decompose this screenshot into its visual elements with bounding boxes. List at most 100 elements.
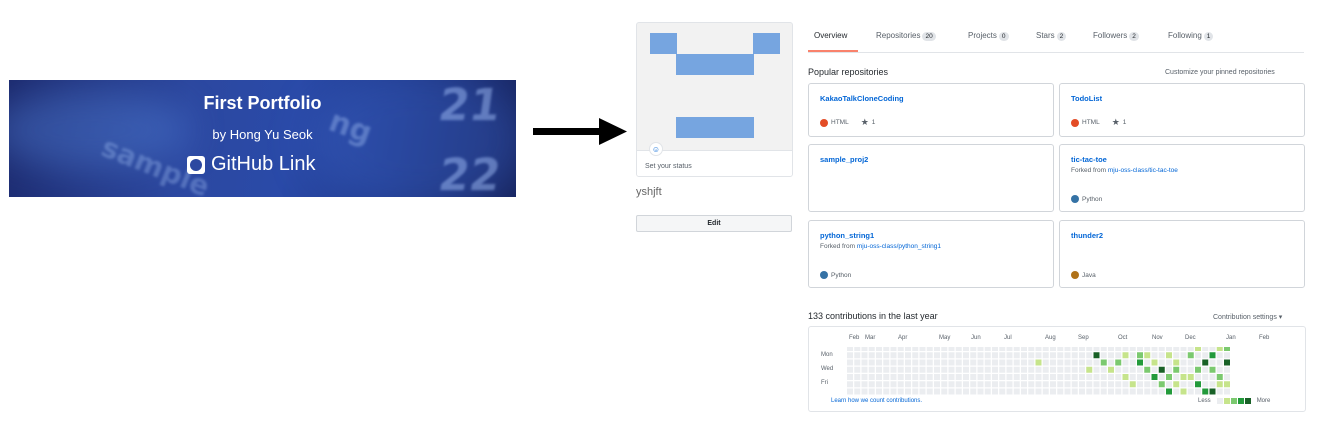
contribution-day-cell[interactable]	[984, 374, 991, 380]
contribution-day-cell[interactable]	[919, 359, 926, 366]
contribution-day-cell[interactable]	[999, 374, 1006, 380]
contribution-day-cell[interactable]	[1071, 388, 1078, 395]
contribution-day-cell[interactable]	[955, 381, 962, 388]
contribution-day-cell[interactable]	[926, 352, 933, 359]
contribution-day-cell[interactable]	[1042, 381, 1049, 388]
contribution-day-cell[interactable]	[1224, 388, 1230, 395]
contribution-day-cell[interactable]	[1093, 366, 1100, 373]
contribution-day-cell[interactable]	[926, 347, 933, 351]
contribution-day-cell[interactable]	[1151, 347, 1158, 351]
contribution-day-cell[interactable]	[970, 347, 977, 351]
smiley-icon[interactable]: ☺	[649, 142, 663, 156]
contribution-day-cell[interactable]	[1064, 352, 1071, 359]
contribution-day-cell[interactable]	[1151, 374, 1158, 380]
contribution-day-cell[interactable]	[883, 352, 890, 359]
contribution-day-cell[interactable]	[883, 347, 890, 351]
contribution-day-cell[interactable]	[883, 388, 890, 395]
contribution-day-cell[interactable]	[948, 352, 955, 359]
contribution-day-cell[interactable]	[1173, 381, 1180, 388]
contribution-day-cell[interactable]	[1050, 352, 1056, 359]
fork-source-link[interactable]: mju-oss-class/python_string1	[857, 243, 941, 250]
contribution-day-cell[interactable]	[1108, 381, 1114, 388]
contribution-day-cell[interactable]	[1021, 388, 1027, 395]
contribution-day-cell[interactable]	[1166, 359, 1172, 366]
contribution-day-cell[interactable]	[1216, 347, 1223, 351]
contribution-day-cell[interactable]	[1115, 366, 1122, 373]
contribution-day-cell[interactable]	[1122, 359, 1129, 366]
contribution-day-cell[interactable]	[1173, 388, 1180, 395]
contribution-day-cell[interactable]	[1021, 366, 1027, 373]
repo-card[interactable]: KakaoTalkCloneCoding HTML ★ 1	[808, 83, 1054, 137]
contribution-day-cell[interactable]	[1115, 388, 1122, 395]
contribution-day-cell[interactable]	[1064, 388, 1071, 395]
contribution-day-cell[interactable]	[1071, 374, 1078, 380]
contribution-day-cell[interactable]	[1021, 347, 1027, 351]
contribution-day-cell[interactable]	[1050, 366, 1056, 373]
contribution-day-cell[interactable]	[1195, 374, 1201, 380]
contribution-day-cell[interactable]	[1086, 388, 1093, 395]
contribution-day-cell[interactable]	[890, 366, 897, 373]
tab-following[interactable]: Following 1	[1168, 31, 1214, 41]
contribution-day-cell[interactable]	[1144, 347, 1151, 351]
contribution-day-cell[interactable]	[1144, 388, 1151, 395]
contribution-day-cell[interactable]	[1100, 374, 1107, 380]
contribution-day-cell[interactable]	[1079, 388, 1085, 395]
contribution-day-cell[interactable]	[999, 381, 1006, 388]
contribution-day-cell[interactable]	[890, 388, 897, 395]
contribution-day-cell[interactable]	[948, 359, 955, 366]
contribution-day-cell[interactable]	[1224, 359, 1230, 366]
contribution-day-cell[interactable]	[1006, 359, 1013, 366]
contribution-day-cell[interactable]	[963, 381, 969, 388]
contribution-day-cell[interactable]	[868, 374, 875, 380]
contribution-day-cell[interactable]	[905, 352, 911, 359]
contribution-day-cell[interactable]	[1006, 352, 1013, 359]
contribution-day-cell[interactable]	[1129, 352, 1136, 359]
contribution-day-cell[interactable]	[1202, 347, 1209, 351]
contribution-day-cell[interactable]	[1079, 352, 1085, 359]
contribution-day-cell[interactable]	[963, 374, 969, 380]
repo-stars[interactable]: 1	[872, 119, 876, 126]
contribution-day-cell[interactable]	[1224, 374, 1230, 380]
contribution-day-cell[interactable]	[926, 374, 933, 380]
contribution-day-cell[interactable]	[955, 388, 962, 395]
contribution-day-cell[interactable]	[847, 352, 853, 359]
contribution-day-cell[interactable]	[1064, 366, 1071, 373]
contribution-day-cell[interactable]	[1086, 352, 1093, 359]
contribution-day-cell[interactable]	[1122, 388, 1129, 395]
contribution-day-cell[interactable]	[897, 366, 904, 373]
contribution-day-cell[interactable]	[1180, 374, 1187, 380]
contribution-day-cell[interactable]	[854, 374, 861, 380]
contribution-day-cell[interactable]	[1064, 347, 1071, 351]
contribution-day-cell[interactable]	[1202, 374, 1209, 380]
contribution-day-cell[interactable]	[847, 381, 853, 388]
contribution-day-cell[interactable]	[1035, 374, 1042, 380]
contribution-day-cell[interactable]	[1021, 359, 1027, 366]
contribution-day-cell[interactable]	[912, 366, 919, 373]
contribution-day-cell[interactable]	[1035, 347, 1042, 351]
contribution-day-cell[interactable]	[1158, 388, 1165, 395]
contribution-day-cell[interactable]	[1013, 352, 1020, 359]
contribution-day-cell[interactable]	[1216, 366, 1223, 373]
contribution-day-cell[interactable]	[1006, 347, 1013, 351]
contribution-day-cell[interactable]	[1028, 388, 1035, 395]
customize-pins-link[interactable]: Customize your pinned repositories	[1165, 69, 1275, 76]
contribution-day-cell[interactable]	[1122, 352, 1129, 359]
contribution-day-cell[interactable]	[934, 352, 940, 359]
contribution-day-cell[interactable]	[1180, 366, 1187, 373]
contribution-day-cell[interactable]	[1129, 366, 1136, 373]
repo-name[interactable]: tic-tac-toe	[1071, 155, 1107, 164]
contribution-day-cell[interactable]	[1013, 381, 1020, 388]
contribution-day-cell[interactable]	[1035, 388, 1042, 395]
contribution-day-cell[interactable]	[977, 347, 984, 351]
contribution-day-cell[interactable]	[926, 381, 933, 388]
contribution-day-cell[interactable]	[999, 352, 1006, 359]
contribution-day-cell[interactable]	[861, 359, 868, 366]
contribution-day-cell[interactable]	[876, 381, 882, 388]
contribution-day-cell[interactable]	[1187, 347, 1194, 351]
tab-followers[interactable]: Followers 2	[1093, 31, 1139, 41]
contribution-day-cell[interactable]	[948, 381, 955, 388]
contribution-day-cell[interactable]	[876, 366, 882, 373]
contribution-day-cell[interactable]	[1100, 388, 1107, 395]
contribution-day-cell[interactable]	[984, 359, 991, 366]
contribution-day-cell[interactable]	[1079, 381, 1085, 388]
